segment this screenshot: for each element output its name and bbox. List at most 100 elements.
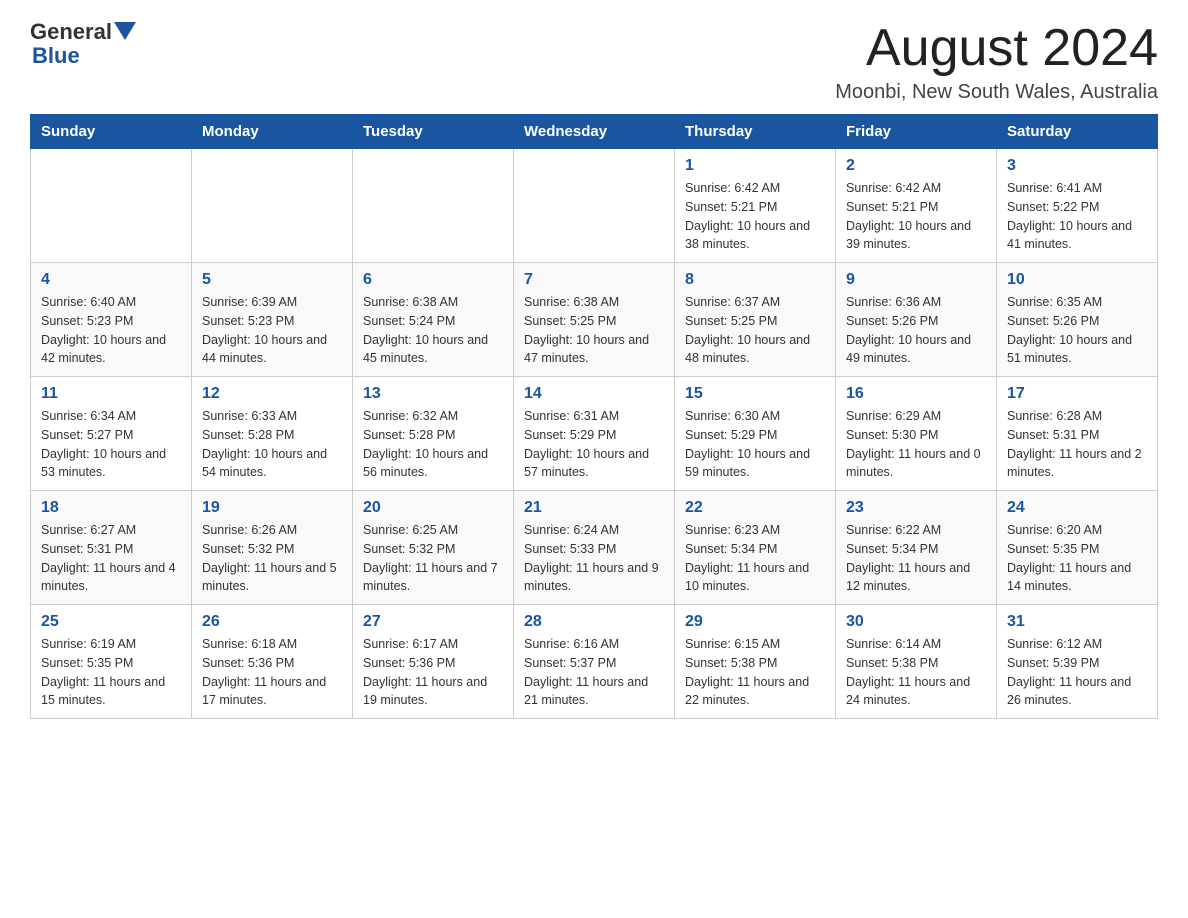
calendar-cell: 7 Sunrise: 6:38 AMSunset: 5:25 PMDaylight…	[514, 263, 675, 377]
page-header: General Blue August 2024 Moonbi, New Sou…	[30, 20, 1158, 104]
day-info: Sunrise: 6:26 AMSunset: 5:32 PMDaylight:…	[202, 521, 342, 596]
day-info: Sunrise: 6:30 AMSunset: 5:29 PMDaylight:…	[685, 407, 825, 482]
day-info: Sunrise: 6:37 AMSunset: 5:25 PMDaylight:…	[685, 293, 825, 368]
calendar-body: 1 Sunrise: 6:42 AMSunset: 5:21 PMDaylight…	[31, 149, 1158, 719]
day-info: Sunrise: 6:14 AMSunset: 5:38 PMDaylight:…	[846, 635, 986, 710]
day-number: 16	[846, 385, 986, 403]
calendar-table: SundayMondayTuesdayWednesdayThursdayFrid…	[30, 114, 1158, 719]
day-info: Sunrise: 6:17 AMSunset: 5:36 PMDaylight:…	[363, 635, 503, 710]
days-of-week-row: SundayMondayTuesdayWednesdayThursdayFrid…	[31, 115, 1158, 149]
day-number: 5	[202, 271, 342, 289]
calendar-cell: 2Sunrise: 6:42 AMSunset: 5:21 PMDaylight…	[836, 149, 997, 263]
day-info: Sunrise: 6:24 AMSunset: 5:33 PMDaylight:…	[524, 521, 664, 596]
day-number: 14	[524, 385, 664, 403]
logo-general-text: General	[30, 20, 112, 44]
day-number: 12	[202, 385, 342, 403]
calendar-cell: 12 Sunrise: 6:33 AMSunset: 5:28 PMDayligh…	[192, 377, 353, 491]
day-number: 1	[685, 157, 825, 175]
day-info: Sunrise: 6:23 AMSunset: 5:34 PMDaylight:…	[685, 521, 825, 596]
header-sunday: Sunday	[31, 115, 192, 149]
calendar-cell: 28Sunrise: 6:16 AMSunset: 5:37 PMDayligh…	[514, 605, 675, 719]
day-info: Sunrise: 6:34 AMSunset: 5:27 PMDaylight:…	[41, 407, 181, 482]
calendar-cell	[514, 149, 675, 263]
day-info: Sunrise: 6:12 AMSunset: 5:39 PMDaylight:…	[1007, 635, 1147, 710]
day-number: 19	[202, 499, 342, 517]
header-tuesday: Tuesday	[353, 115, 514, 149]
day-info: Sunrise: 6:20 AMSunset: 5:35 PMDaylight:…	[1007, 521, 1147, 596]
location-subtitle: Moonbi, New South Wales, Australia	[835, 81, 1158, 104]
calendar-cell: 21 Sunrise: 6:24 AMSunset: 5:33 PMDayligh…	[514, 491, 675, 605]
day-info: Sunrise: 6:36 AMSunset: 5:26 PMDaylight:…	[846, 293, 986, 368]
day-info: Sunrise: 6:42 AMSunset: 5:21 PMDaylight:…	[685, 179, 825, 254]
day-info: Sunrise: 6:28 AMSunset: 5:31 PMDaylight:…	[1007, 407, 1147, 482]
title-block: August 2024 Moonbi, New South Wales, Aus…	[835, 20, 1158, 104]
day-info: Sunrise: 6:40 AMSunset: 5:23 PMDaylight:…	[41, 293, 181, 368]
calendar-cell: 10Sunrise: 6:35 AMSunset: 5:26 PMDayligh…	[997, 263, 1158, 377]
day-info: Sunrise: 6:18 AMSunset: 5:36 PMDaylight:…	[202, 635, 342, 710]
calendar-cell: 4Sunrise: 6:40 AMSunset: 5:23 PMDaylight…	[31, 263, 192, 377]
calendar-cell: 16 Sunrise: 6:29 AMSunset: 5:30 PMDayligh…	[836, 377, 997, 491]
day-number: 2	[846, 157, 986, 175]
day-number: 13	[363, 385, 503, 403]
calendar-cell: 11 Sunrise: 6:34 AMSunset: 5:27 PMDayligh…	[31, 377, 192, 491]
day-number: 22	[685, 499, 825, 517]
calendar-cell	[31, 149, 192, 263]
day-number: 25	[41, 613, 181, 631]
week-row-4: 18Sunrise: 6:27 AMSunset: 5:31 PMDayligh…	[31, 491, 1158, 605]
day-number: 27	[363, 613, 503, 631]
logo-triangle-icon	[114, 22, 136, 44]
calendar-cell: 22 Sunrise: 6:23 AMSunset: 5:34 PMDayligh…	[675, 491, 836, 605]
day-number: 20	[363, 499, 503, 517]
day-info: Sunrise: 6:33 AMSunset: 5:28 PMDaylight:…	[202, 407, 342, 482]
header-saturday: Saturday	[997, 115, 1158, 149]
calendar-cell: 30 Sunrise: 6:14 AMSunset: 5:38 PMDayligh…	[836, 605, 997, 719]
day-number: 23	[846, 499, 986, 517]
calendar-cell: 14 Sunrise: 6:31 AMSunset: 5:29 PMDayligh…	[514, 377, 675, 491]
day-number: 30	[846, 613, 986, 631]
calendar-cell: 15Sunrise: 6:30 AMSunset: 5:29 PMDayligh…	[675, 377, 836, 491]
header-friday: Friday	[836, 115, 997, 149]
day-info: Sunrise: 6:31 AMSunset: 5:29 PMDaylight:…	[524, 407, 664, 482]
day-number: 24	[1007, 499, 1147, 517]
month-year-title: August 2024	[835, 20, 1158, 77]
day-info: Sunrise: 6:38 AMSunset: 5:25 PMDaylight:…	[524, 293, 664, 368]
day-number: 10	[1007, 271, 1147, 289]
calendar-cell: 13 Sunrise: 6:32 AMSunset: 5:28 PMDayligh…	[353, 377, 514, 491]
calendar-cell	[192, 149, 353, 263]
calendar-cell: 29Sunrise: 6:15 AMSunset: 5:38 PMDayligh…	[675, 605, 836, 719]
day-number: 31	[1007, 613, 1147, 631]
calendar-cell: 3Sunrise: 6:41 AMSunset: 5:22 PMDaylight…	[997, 149, 1158, 263]
day-info: Sunrise: 6:39 AMSunset: 5:23 PMDaylight:…	[202, 293, 342, 368]
calendar-cell: 9 Sunrise: 6:36 AMSunset: 5:26 PMDaylight…	[836, 263, 997, 377]
calendar-cell: 24 Sunrise: 6:20 AMSunset: 5:35 PMDayligh…	[997, 491, 1158, 605]
calendar-cell: 20Sunrise: 6:25 AMSunset: 5:32 PMDayligh…	[353, 491, 514, 605]
day-number: 7	[524, 271, 664, 289]
day-number: 9	[846, 271, 986, 289]
week-row-1: 1 Sunrise: 6:42 AMSunset: 5:21 PMDaylight…	[31, 149, 1158, 263]
day-info: Sunrise: 6:41 AMSunset: 5:22 PMDaylight:…	[1007, 179, 1147, 254]
day-info: Sunrise: 6:38 AMSunset: 5:24 PMDaylight:…	[363, 293, 503, 368]
logo-blue-text: Blue	[32, 44, 80, 68]
day-info: Sunrise: 6:27 AMSunset: 5:31 PMDaylight:…	[41, 521, 181, 596]
day-number: 29	[685, 613, 825, 631]
day-number: 11	[41, 385, 181, 403]
week-row-5: 25 Sunrise: 6:19 AMSunset: 5:35 PMDayligh…	[31, 605, 1158, 719]
logo: General Blue	[30, 20, 136, 68]
calendar-cell: 6Sunrise: 6:38 AMSunset: 5:24 PMDaylight…	[353, 263, 514, 377]
day-info: Sunrise: 6:19 AMSunset: 5:35 PMDaylight:…	[41, 635, 181, 710]
day-number: 17	[1007, 385, 1147, 403]
day-number: 21	[524, 499, 664, 517]
day-info: Sunrise: 6:29 AMSunset: 5:30 PMDaylight:…	[846, 407, 986, 482]
week-row-3: 11 Sunrise: 6:34 AMSunset: 5:27 PMDayligh…	[31, 377, 1158, 491]
calendar-cell: 25 Sunrise: 6:19 AMSunset: 5:35 PMDayligh…	[31, 605, 192, 719]
calendar-cell: 19 Sunrise: 6:26 AMSunset: 5:32 PMDayligh…	[192, 491, 353, 605]
calendar-cell: 23Sunrise: 6:22 AMSunset: 5:34 PMDayligh…	[836, 491, 997, 605]
day-info: Sunrise: 6:32 AMSunset: 5:28 PMDaylight:…	[363, 407, 503, 482]
day-info: Sunrise: 6:16 AMSunset: 5:37 PMDaylight:…	[524, 635, 664, 710]
header-monday: Monday	[192, 115, 353, 149]
calendar-header: SundayMondayTuesdayWednesdayThursdayFrid…	[31, 115, 1158, 149]
calendar-cell: 17 Sunrise: 6:28 AMSunset: 5:31 PMDayligh…	[997, 377, 1158, 491]
calendar-cell: 26Sunrise: 6:18 AMSunset: 5:36 PMDayligh…	[192, 605, 353, 719]
calendar-cell: 27 Sunrise: 6:17 AMSunset: 5:36 PMDayligh…	[353, 605, 514, 719]
calendar-cell: 5 Sunrise: 6:39 AMSunset: 5:23 PMDaylight…	[192, 263, 353, 377]
